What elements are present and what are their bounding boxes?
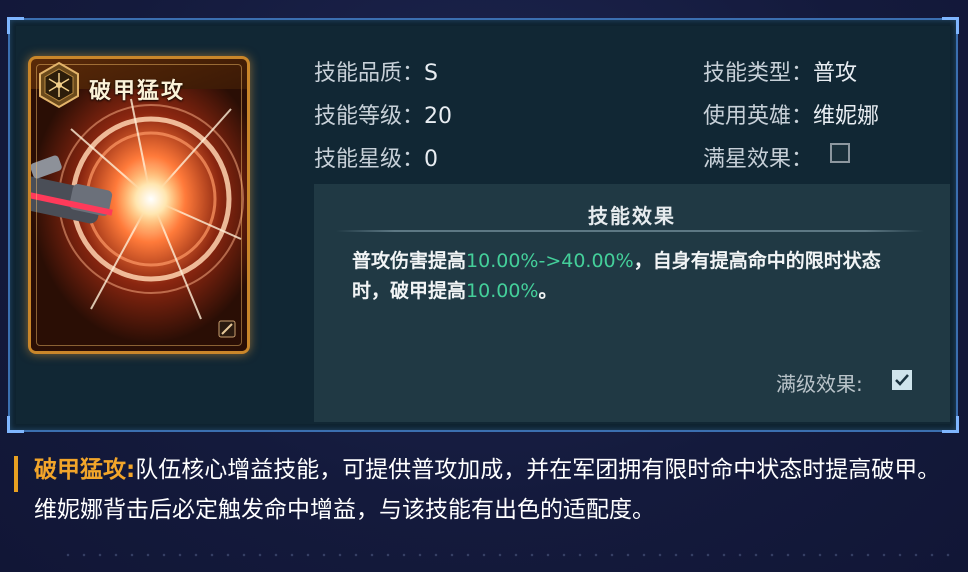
skill-quality: 技能品质：S <box>314 55 438 87</box>
description-accent-bar <box>14 456 18 492</box>
card-title: 破甲猛攻 <box>89 78 186 104</box>
skill-emblem-icon <box>39 61 79 109</box>
max-level-effect-label: 满级效果: <box>776 372 863 396</box>
skill-effect-panel: 技能效果 普攻伤害提高10.00%->40.00%，自身有提高命中的限时状态时，… <box>314 184 950 422</box>
full-star-checkbox[interactable] <box>830 143 850 163</box>
skill-type-value: 普攻 <box>813 61 858 86</box>
skill-quality-value: S <box>424 61 438 86</box>
effect-text: 普攻伤害提高10.00%->40.00%，自身有提高命中的限时状态时，破甲提高1… <box>352 246 912 306</box>
skill-level-label: 技能等级： <box>314 104 425 129</box>
effect-text-part: 普攻伤害提高 <box>352 250 467 272</box>
description-skill-name: 破甲猛攻: <box>34 457 136 483</box>
skill-detail-page: 破甲猛攻 技能品质：S 技能等级：20 技能星级：0 技能类型：普攻 使用英雄：… <box>0 0 968 572</box>
skill-type: 技能类型：普攻 <box>703 55 857 87</box>
effect-highlight-value: 10.00% <box>466 280 539 302</box>
skill-star-label: 技能星级： <box>314 147 425 172</box>
effect-divider <box>336 230 924 232</box>
skill-hero: 使用英雄：维妮娜 <box>703 98 879 130</box>
skill-description: 破甲猛攻:队伍核心增益技能，可提供普攻加成，并在军团拥有限时命中状态时提高破甲。… <box>34 450 946 530</box>
decorative-dots <box>60 552 960 558</box>
effect-title: 技能效果 <box>588 204 676 228</box>
skill-star-value: 0 <box>424 147 439 172</box>
skill-star: 技能星级：0 <box>314 141 438 173</box>
skill-level-value: 20 <box>424 104 453 129</box>
skill-level: 技能等级：20 <box>314 98 452 130</box>
description-text: 队伍核心增益技能，可提供普攻加成，并在军团拥有限时命中状态时提高破甲。维妮娜背击… <box>34 457 941 523</box>
checkmark-icon <box>895 374 909 386</box>
max-level-checkbox[interactable] <box>892 370 912 390</box>
skill-card[interactable]: 破甲猛攻 <box>28 56 250 354</box>
full-star-label: 满星效果： <box>703 147 814 172</box>
skill-type-label: 技能类型： <box>703 61 814 86</box>
full-star-effect: 满星效果： <box>703 141 813 173</box>
skill-hero-value: 维妮娜 <box>813 104 880 129</box>
effect-highlight-value: 10.00%->40.00% <box>466 250 634 272</box>
skill-quality-label: 技能品质： <box>314 61 425 86</box>
skill-hero-label: 使用英雄： <box>703 104 814 129</box>
effect-text-part: 。 <box>538 280 558 302</box>
